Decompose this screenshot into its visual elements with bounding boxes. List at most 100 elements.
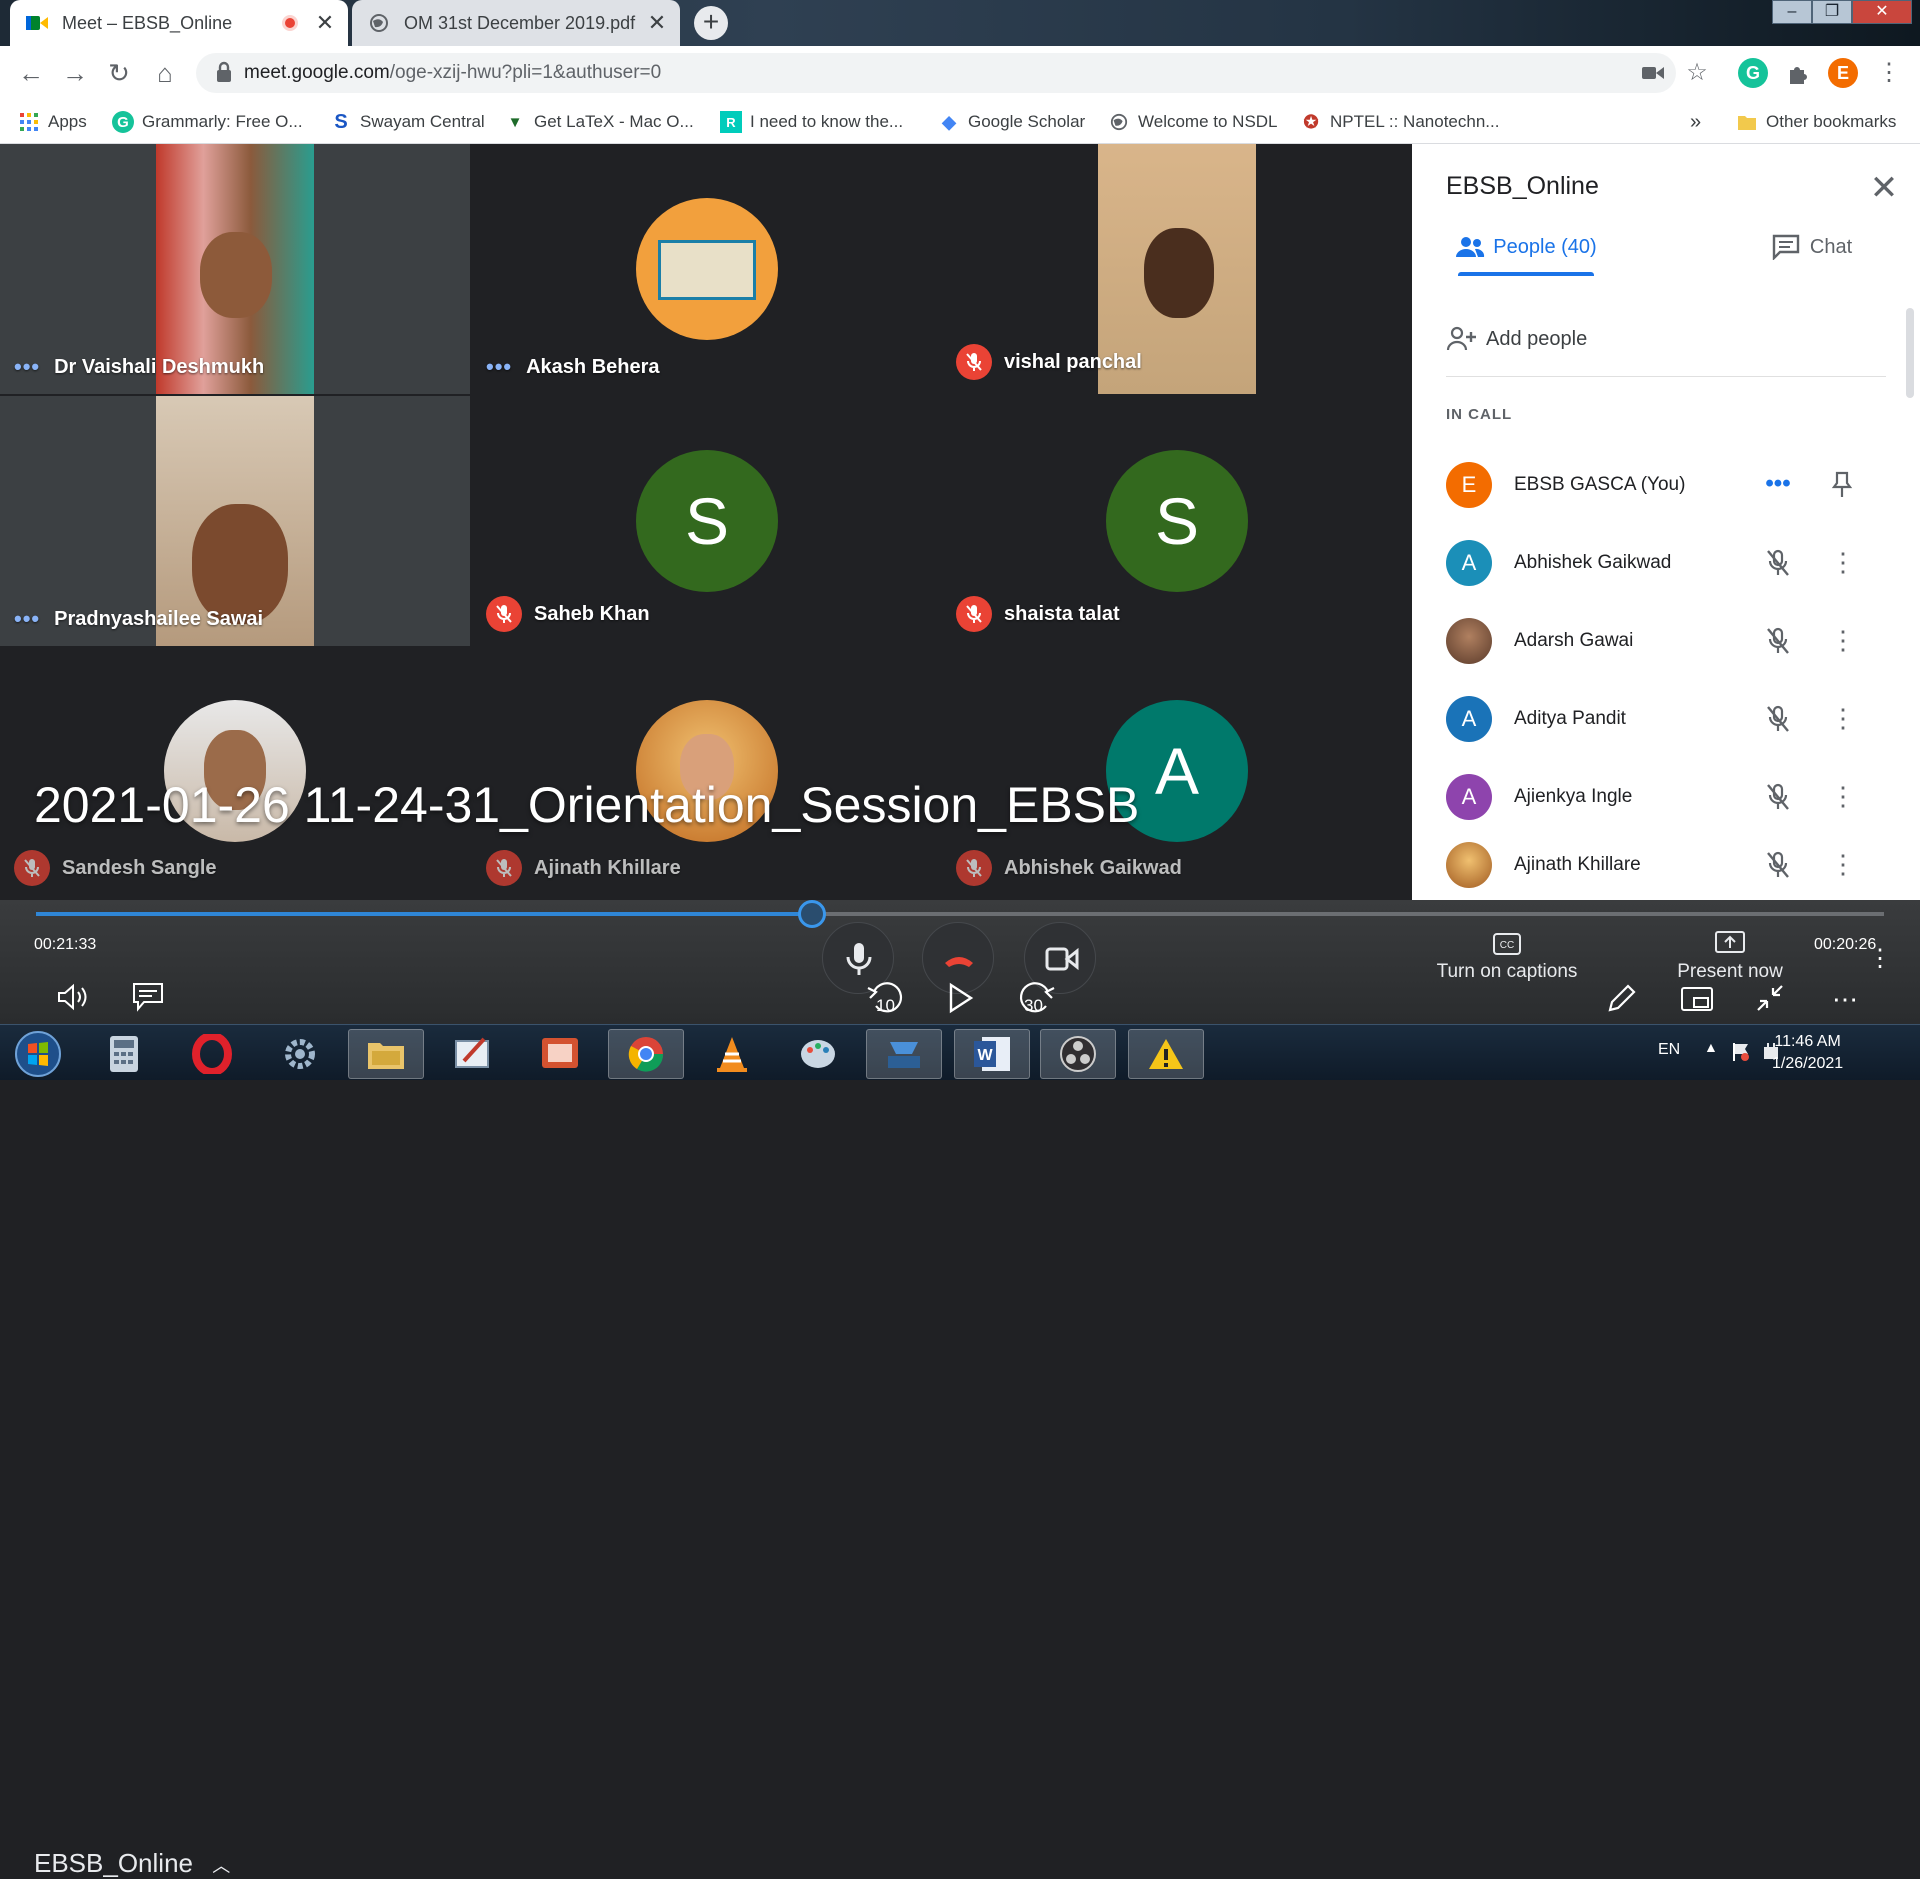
more-vert-icon[interactable]: ⋮	[1830, 849, 1856, 881]
camera-indicator-icon[interactable]	[1642, 65, 1664, 81]
maximize-button[interactable]: ❐	[1812, 0, 1852, 24]
person-row[interactable]: E EBSB GASCA (You) •••	[1412, 446, 1920, 524]
participant-tile[interactable]: S shaista talat	[942, 396, 1412, 646]
tab-people[interactable]: People (40)	[1434, 218, 1618, 276]
taskbar-file-explorer[interactable]	[348, 1029, 424, 1079]
bookmark-nsdl[interactable]: Welcome to NSDL	[1108, 110, 1278, 134]
taskbar-presentation[interactable]	[522, 1029, 598, 1079]
tab-strip: Meet – EBSB_Online ✕ OM 31st December 20…	[0, 0, 1920, 46]
folder-icon	[368, 1043, 404, 1069]
system-clock[interactable]: 11:46 AM 1/26/2021	[1772, 1031, 1843, 1075]
bookmark-grammarly[interactable]: G Grammarly: Free O...	[112, 110, 303, 134]
taskbar-paint-palette[interactable]	[780, 1029, 856, 1079]
taskbar-chrome[interactable]	[608, 1029, 684, 1079]
taskbar-warning-app[interactable]	[1128, 1029, 1204, 1079]
bookmarks-overflow-button[interactable]: »	[1690, 110, 1701, 134]
person-row[interactable]: Adarsh Gawai ⋮	[1412, 602, 1920, 680]
edit-pencil-icon[interactable]	[1604, 982, 1638, 1016]
person-row[interactable]: A Ajienkya Ingle ⋮	[1412, 758, 1920, 836]
taskbar-vlc[interactable]	[694, 1029, 770, 1079]
add-people-button[interactable]: Add people	[1446, 326, 1587, 352]
participant-tile[interactable]: vishal panchal	[942, 144, 1412, 394]
tray-expand-icon[interactable]: ▲	[1704, 1039, 1718, 1055]
action-center-flag-icon[interactable]	[1730, 1041, 1752, 1063]
seek-handle[interactable]	[798, 900, 827, 928]
taskbar-settings-app[interactable]	[262, 1029, 338, 1079]
window-close-button[interactable]: ✕	[1852, 0, 1912, 24]
extensions-puzzle-icon[interactable]	[1786, 62, 1810, 86]
section-heading: IN CALL	[1446, 406, 1513, 423]
windows-logo-icon	[15, 1031, 61, 1077]
volume-icon[interactable]	[56, 982, 92, 1012]
taskbar-opera[interactable]	[174, 1029, 250, 1079]
bookmark-apps[interactable]: Apps	[18, 110, 87, 134]
forward-icon[interactable]: →	[58, 56, 92, 90]
player-more-icon[interactable]: ⋯	[1832, 984, 1860, 1015]
participant-tile[interactable]: ••• Dr Vaishali Deshmukh	[0, 144, 470, 394]
minimize-button[interactable]: –	[1772, 0, 1812, 24]
start-button[interactable]	[0, 1029, 76, 1079]
participant-tile[interactable]: ••• Akash Behera	[472, 144, 940, 394]
bookmark-scholar[interactable]: ◆ Google Scholar	[938, 110, 1085, 134]
participant-tile[interactable]: Ajinath Khillare	[472, 648, 940, 900]
new-tab-button[interactable]: +	[694, 6, 728, 40]
more-vert-icon[interactable]: ⋮	[1830, 547, 1856, 579]
bookmark-label: Swayam Central	[360, 112, 485, 131]
captions-button[interactable]: CC Turn on captions	[1412, 932, 1602, 983]
taskbar-obs[interactable]	[1040, 1029, 1116, 1079]
more-options-icon[interactable]: •••	[1762, 469, 1794, 501]
close-tab-icon[interactable]: ✕	[646, 10, 668, 36]
exit-fullscreen-icon[interactable]	[1754, 982, 1786, 1014]
bookmark-swayam[interactable]: S Swayam Central	[330, 110, 485, 134]
participant-label: ••• Dr Vaishali Deshmukh	[14, 354, 264, 380]
participant-tile[interactable]: A Abhishek Gaikwad	[942, 648, 1412, 900]
reload-icon[interactable]: ↻	[102, 56, 136, 90]
tab-meet[interactable]: Meet – EBSB_Online ✕	[10, 0, 348, 46]
bookmark-researchgate[interactable]: R I need to know the...	[720, 110, 903, 134]
person-row[interactable]: A Aditya Pandit ⋮	[1412, 680, 1920, 758]
person-row[interactable]: Ajinath Khillare ⋮	[1412, 830, 1920, 900]
subtitles-icon[interactable]	[132, 982, 164, 1012]
bookmark-star-icon[interactable]: ☆	[1680, 56, 1714, 90]
skip-forward-button[interactable]: 30	[1014, 978, 1058, 1018]
taskbar-calculator[interactable]	[86, 1029, 162, 1079]
more-vert-icon[interactable]: ⋮	[1830, 781, 1856, 813]
present-screen-icon	[1715, 931, 1745, 953]
bookmark-nptel[interactable]: ✪ NPTEL :: Nanotechn...	[1300, 110, 1499, 134]
more-vert-icon[interactable]: ⋮	[1830, 625, 1856, 657]
address-bar[interactable]: meet.google.com/oge-xzij-hwu?pli=1&authu…	[196, 53, 1676, 93]
meeting-name[interactable]: EBSB_Online ︿	[34, 1848, 230, 1879]
taskbar-paint[interactable]	[436, 1029, 512, 1079]
language-indicator[interactable]: EN	[1658, 1041, 1680, 1059]
panel-scrollbar[interactable]	[1906, 308, 1914, 398]
participant-tile[interactable]: Sandesh Sangle	[0, 648, 470, 900]
tab-pdf[interactable]: OM 31st December 2019.pdf ✕	[352, 0, 680, 46]
present-now-button[interactable]: Present now	[1660, 930, 1800, 983]
menu-kebab-icon[interactable]: ⋮	[1872, 56, 1906, 90]
palette-icon	[801, 1040, 835, 1068]
home-icon[interactable]: ⌂	[148, 56, 182, 90]
more-vert-icon[interactable]: ⋮	[1830, 703, 1856, 735]
tab-title: OM 31st December 2019.pdf	[404, 12, 636, 33]
close-panel-icon[interactable]: ✕	[1864, 168, 1904, 208]
profile-avatar[interactable]: E	[1828, 58, 1858, 88]
grammarly-icon: G	[112, 111, 134, 133]
taskbar-word[interactable]: W	[954, 1029, 1030, 1079]
bookmark-latex[interactable]: ▼ Get LaTeX - Mac O...	[504, 110, 694, 134]
taskbar-scanner[interactable]	[866, 1029, 942, 1079]
skip-back-button[interactable]: 10	[864, 978, 908, 1018]
picture-in-picture-icon[interactable]	[1680, 986, 1714, 1012]
bookmark-other[interactable]: Other bookmarks	[1736, 110, 1896, 134]
tab-chat[interactable]: Chat	[1712, 218, 1912, 276]
person-row[interactable]: A Abhishek Gaikwad ⋮	[1412, 524, 1920, 602]
play-icon[interactable]	[946, 982, 974, 1014]
participant-tile[interactable]: S Saheb Khan	[472, 396, 940, 646]
close-tab-icon[interactable]: ✕	[314, 10, 336, 36]
participant-tile[interactable]: ••• Pradnyashailee Sawai	[0, 396, 470, 646]
grammarly-extension-icon[interactable]: G	[1738, 58, 1768, 88]
pin-icon[interactable]	[1830, 469, 1854, 501]
add-people-label: Add people	[1486, 327, 1588, 350]
people-icon	[1456, 237, 1485, 257]
back-icon[interactable]: ←	[14, 56, 48, 90]
chat-icon	[1772, 234, 1800, 260]
